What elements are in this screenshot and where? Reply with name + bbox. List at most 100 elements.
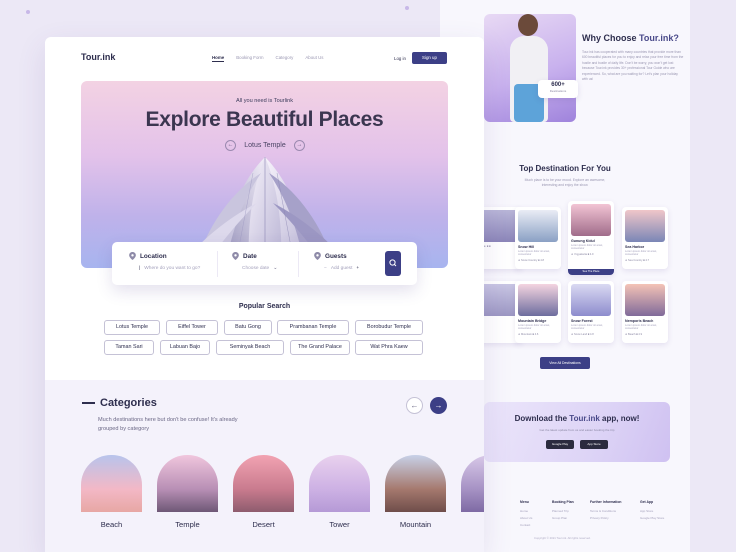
category-card[interactable]: Mountain bbox=[385, 455, 446, 529]
category-image bbox=[385, 455, 446, 512]
categories-title-text: Categories bbox=[100, 397, 157, 409]
hero-caption: Lotus Temple bbox=[244, 142, 286, 149]
category-image bbox=[81, 455, 142, 512]
categories-next-button[interactable]: → bbox=[430, 397, 447, 414]
search-bar: Location | Where do you want to go? Date … bbox=[112, 242, 417, 285]
destination-card[interactable]: Mountain Bridge Lorem ipsum dolor sit ame… bbox=[515, 281, 561, 343]
destination-card[interactable]: Gunung Kidul Lorem ipsum dolor sit amet, … bbox=[568, 201, 614, 275]
destination-card[interactable]: Snow Hill Lorem ipsum dolor sit amet, con… bbox=[515, 207, 561, 269]
destination-meta: ★ Beach ■ 4.9 bbox=[625, 332, 643, 336]
destination-desc: Lorem ipsum dolor sit amet, consectetur bbox=[571, 324, 604, 331]
destination-image bbox=[518, 210, 558, 242]
chevron-down-icon: ⌄ bbox=[273, 266, 278, 271]
destination-desc: Lorem ipsum dolor sit amet, consectetur bbox=[625, 324, 658, 331]
hero-banner: All you need is Tourlink Explore Beautif… bbox=[81, 81, 448, 268]
destination-desc: Lorem ipsum dolor sit amet, consectetur bbox=[571, 244, 604, 251]
category-card[interactable]: Temple bbox=[157, 455, 218, 529]
guests-field[interactable]: Guests − Add guest + bbox=[314, 252, 359, 271]
destination-desc: Lorem ipsum dolor sit amet, consectetur bbox=[518, 324, 551, 331]
guests-pin-icon bbox=[314, 252, 321, 260]
app-title-accent: Tour.ink bbox=[569, 414, 600, 423]
footer-link[interactable]: Google Play Store bbox=[640, 515, 680, 522]
popular-search-chip[interactable]: The Grand Palace bbox=[290, 340, 350, 355]
view-all-destinations-button[interactable]: View All Destinations bbox=[540, 357, 590, 369]
destination-image bbox=[479, 284, 519, 316]
popular-search-chip[interactable]: Labuan Bajo bbox=[160, 340, 210, 355]
decor-dot bbox=[405, 6, 409, 10]
footer-link[interactable]: Group Plan bbox=[552, 515, 592, 522]
google-play-button[interactable]: Google Play bbox=[546, 440, 574, 449]
popular-search-chip[interactable]: Lotus Temple bbox=[104, 320, 160, 335]
hero-prev-button[interactable]: ← bbox=[225, 140, 236, 151]
destination-card[interactable]: Sea Harbor Lorem ipsum dolor sit amet, co… bbox=[622, 207, 668, 269]
guests-plus-button[interactable]: + bbox=[356, 266, 359, 271]
nav-link-1[interactable]: Booking Form bbox=[236, 55, 263, 62]
date-select[interactable]: Choose date bbox=[242, 266, 269, 271]
category-label: Temple bbox=[175, 520, 200, 529]
category-image bbox=[461, 455, 484, 512]
destination-meta: ★ Sea Country ■ 4.7 bbox=[625, 258, 650, 262]
destination-meta: ★ Yogyakarta ■ 4.9 bbox=[571, 252, 594, 256]
nav-link-0[interactable]: Home bbox=[212, 55, 225, 62]
destination-meta: ★ Mountain ■ 4.6 bbox=[518, 332, 539, 336]
location-label: Location bbox=[140, 252, 167, 260]
date-label: Date bbox=[243, 252, 257, 260]
popular-search-chip[interactable]: Borobudur Temple bbox=[355, 320, 423, 335]
popular-search-chip[interactable]: Taman Sari bbox=[104, 340, 154, 355]
popular-search-chip[interactable]: Seminyak Beach bbox=[216, 340, 284, 355]
nav-link-2[interactable]: Category bbox=[276, 55, 294, 62]
destination-name: Mountain Bridge bbox=[518, 319, 547, 323]
category-card[interactable]: Desert bbox=[233, 455, 294, 529]
popular-search-chip[interactable]: Eiffel Tower bbox=[166, 320, 218, 335]
category-card[interactable]: Beach bbox=[81, 455, 142, 529]
footer-link[interactable]: Privacy Policy bbox=[590, 515, 630, 522]
category-card[interactable]: F bbox=[461, 455, 484, 529]
popular-search-chip[interactable]: Batu Gong bbox=[224, 320, 272, 335]
destination-meta: ■ ■ bbox=[479, 319, 519, 322]
destination-name: Gunung Kidul bbox=[571, 239, 595, 243]
app-download-banner: Download the Tour.ink app, now! Get the … bbox=[484, 402, 670, 462]
search-divider bbox=[298, 251, 299, 277]
destination-image bbox=[518, 284, 558, 316]
app-banner-subtitle: Get the latest update from us and easier… bbox=[539, 428, 615, 432]
popular-search-chip[interactable]: Wat Phra Kaew bbox=[355, 340, 423, 355]
search-divider bbox=[217, 251, 218, 277]
signup-button[interactable]: Sign up bbox=[412, 52, 447, 64]
app-banner-title: Download the Tour.ink app, now! bbox=[484, 414, 670, 423]
categories-prev-button[interactable]: ← bbox=[406, 397, 423, 414]
search-button[interactable] bbox=[385, 251, 401, 276]
destination-name: Sea Harbor bbox=[625, 245, 645, 249]
destination-image bbox=[625, 284, 665, 316]
footer-link[interactable]: App Store bbox=[640, 508, 680, 515]
guests-minus-button[interactable]: − bbox=[324, 266, 327, 271]
category-label: Tower bbox=[329, 520, 350, 529]
see-place-button[interactable]: See The Place bbox=[568, 269, 614, 275]
nav-link-3[interactable]: About Us bbox=[305, 55, 323, 62]
category-card[interactable]: Tower bbox=[309, 455, 370, 529]
footer-link[interactable]: Planned Trip bbox=[552, 508, 592, 515]
stat-label: Destinations bbox=[549, 89, 567, 93]
destination-image bbox=[479, 210, 519, 242]
location-field[interactable]: Location | Where do you want to go? bbox=[129, 252, 200, 271]
footer-heading: Further Information bbox=[590, 500, 622, 504]
copyright-text: Copyright © 2021 Tour.ink. All rights re… bbox=[534, 536, 591, 540]
categories-description: Much destinations here but don't be conf… bbox=[98, 417, 238, 432]
app-store-button[interactable]: App Store bbox=[580, 440, 608, 449]
location-pin-icon bbox=[129, 252, 136, 260]
location-input[interactable]: Where do you want to go? bbox=[144, 266, 200, 271]
category-image bbox=[309, 455, 370, 512]
login-link[interactable]: Log in bbox=[394, 56, 406, 61]
destination-meta: ★ Snow Country ■ 4.8 bbox=[518, 258, 544, 262]
destination-meta: ★ Snow Land ■ 4.8 bbox=[571, 332, 594, 336]
destination-card[interactable]: Nemporis Beach Lorem ipsum dolor sit amet… bbox=[622, 281, 668, 343]
footer-link[interactable]: Terms & Conditions bbox=[590, 508, 630, 515]
destination-name: Snow Hill bbox=[518, 245, 535, 249]
destination-card[interactable]: Snow Forest Lorem ipsum dolor sit amet, c… bbox=[568, 281, 614, 343]
hero-next-button[interactable]: → bbox=[294, 140, 305, 151]
footer-link[interactable]: Contact bbox=[520, 522, 560, 529]
top-destination-subtitle: Much place is to be your mood. Explore a… bbox=[524, 178, 606, 187]
brand-logo[interactable]: Tour.ink bbox=[81, 52, 115, 62]
popular-search-chip[interactable]: Prambanan Temple bbox=[277, 320, 349, 335]
why-choose-text: Tour.ink has cooperated with many countr… bbox=[582, 50, 684, 82]
date-field[interactable]: Date Choose date ⌄ bbox=[232, 252, 277, 271]
